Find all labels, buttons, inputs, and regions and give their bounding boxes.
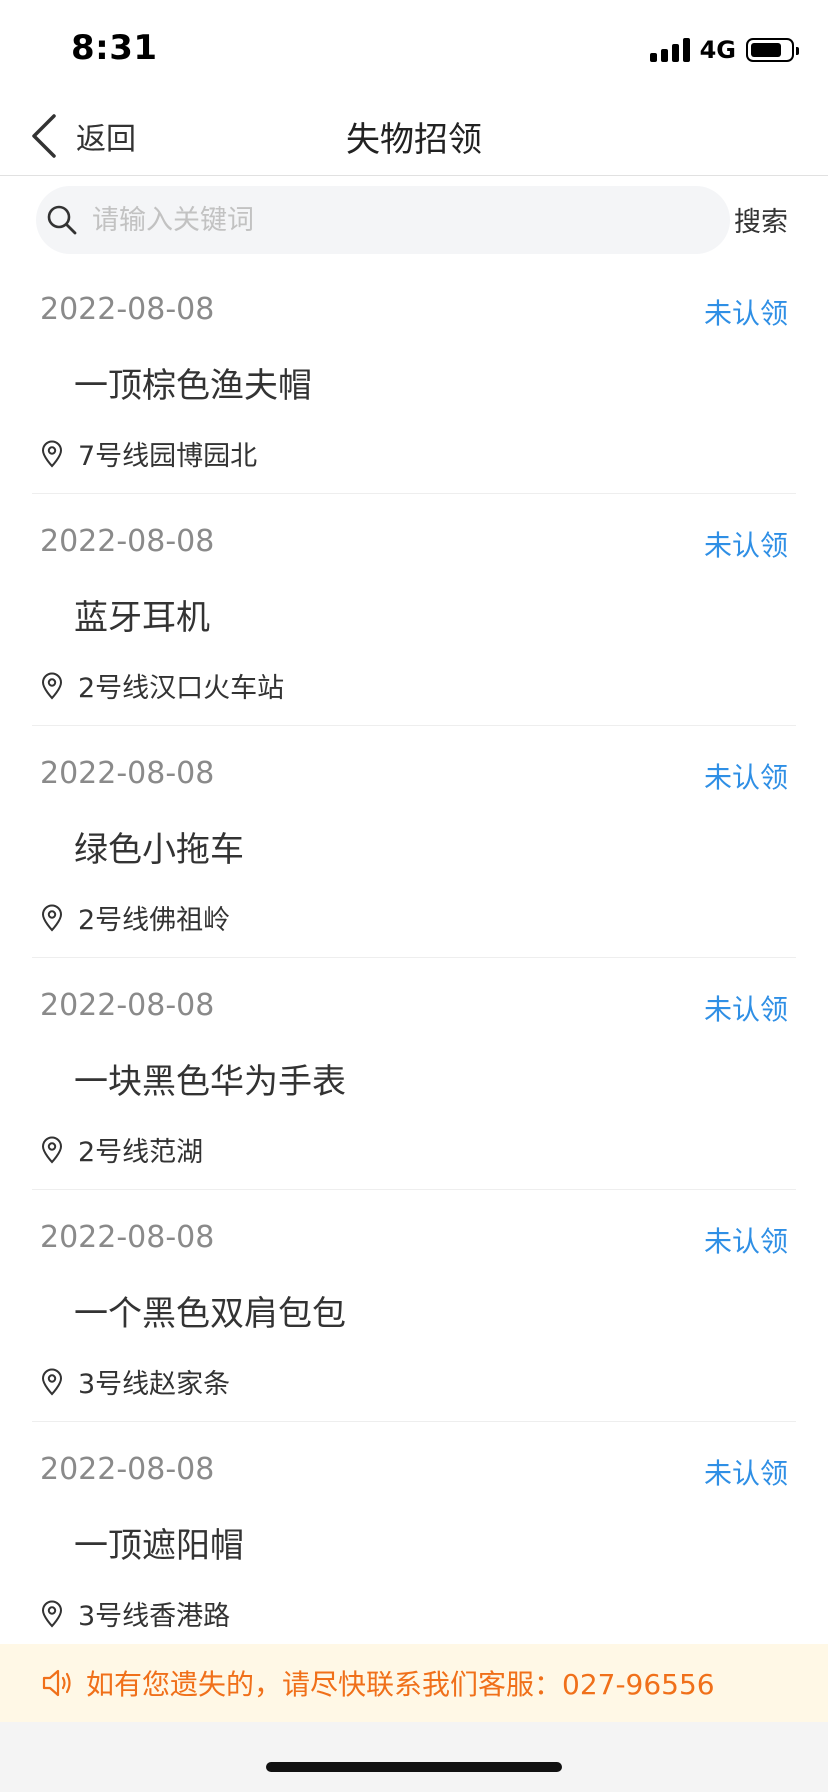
location-text: 3号线赵家条 xyxy=(78,1369,231,1400)
location-pin-icon xyxy=(41,672,63,699)
signal-icon xyxy=(649,38,690,62)
location-text: 2号线汉口火车站 xyxy=(78,673,285,704)
location-pin-icon xyxy=(41,1368,63,1395)
list-item[interactable]: 2022-08-08 未认领 蓝牙耳机 2号线汉口火车站 xyxy=(32,494,796,726)
search-row: 搜索 xyxy=(0,186,828,254)
notice-bar: 如有您遗失的，请尽快联系我们客服：027-96556 xyxy=(0,1644,828,1722)
bottom-area xyxy=(0,1722,828,1792)
item-status: 未认领 xyxy=(703,529,788,562)
status-time: 8:31 xyxy=(71,28,158,68)
search-icon xyxy=(47,205,77,235)
item-title: 绿色小拖车 xyxy=(74,830,244,870)
location-pin-icon xyxy=(41,1136,63,1163)
location-text: 2号线范湖 xyxy=(78,1137,204,1168)
item-title: 一块黑色华为手表 xyxy=(74,1062,346,1102)
item-status: 未认领 xyxy=(703,993,788,1026)
network-type: 4G xyxy=(699,36,736,64)
item-status: 未认领 xyxy=(703,297,788,330)
item-title: 一顶棕色渔夫帽 xyxy=(74,366,312,406)
search-input[interactable] xyxy=(92,204,692,236)
item-title: 一个黑色双肩包包 xyxy=(74,1294,346,1334)
lost-items-list: 2022-08-08 未认领 一顶棕色渔夫帽 7号线园博园北 2022-08-0… xyxy=(0,262,828,1654)
location-text: 3号线香港路 xyxy=(78,1601,231,1632)
status-indicators: 4G xyxy=(649,36,799,64)
page-title: 失物招领 xyxy=(346,120,482,160)
item-location: 2号线佛祖岭 xyxy=(40,898,230,937)
location-text: 2号线佛祖岭 xyxy=(78,905,231,936)
list-item[interactable]: 2022-08-08 未认领 一块黑色华为手表 2号线范湖 xyxy=(32,958,796,1190)
speaker-icon xyxy=(42,1669,71,1697)
location-pin-icon xyxy=(41,1600,63,1627)
item-date: 2022-08-08 xyxy=(40,1452,215,1487)
item-date: 2022-08-08 xyxy=(40,988,215,1023)
list-item[interactable]: 2022-08-08 未认领 一个黑色双肩包包 3号线赵家条 xyxy=(32,1190,796,1422)
nav-bar: 返回 失物招领 xyxy=(0,96,828,176)
home-indicator[interactable] xyxy=(266,1762,562,1772)
search-box[interactable] xyxy=(36,186,730,254)
screen: 8:31 4G 返回 失物招领 请输入关键词 搜索 2022-08-08 未认领… xyxy=(0,0,828,1792)
item-status: 未认领 xyxy=(703,761,788,794)
search-button[interactable]: 搜索 xyxy=(734,200,788,239)
item-location: 2号线汉口火车站 xyxy=(40,666,284,705)
notice-text: 如有您遗失的，请尽快联系我们客服：027-96556 xyxy=(86,1668,715,1701)
status-bar: 8:31 4G xyxy=(0,0,828,96)
location-pin-icon xyxy=(41,904,63,931)
location-text: 7号线园博园北 xyxy=(78,441,258,472)
item-title: 一顶遮阳帽 xyxy=(74,1526,244,1566)
item-date: 2022-08-08 xyxy=(40,1220,215,1255)
battery-icon xyxy=(746,38,799,62)
item-location: 2号线范湖 xyxy=(40,1130,203,1169)
item-status: 未认领 xyxy=(703,1457,788,1490)
item-date: 2022-08-08 xyxy=(40,756,215,791)
item-date: 2022-08-08 xyxy=(40,524,215,559)
location-pin-icon xyxy=(41,440,63,467)
item-location: 3号线香港路 xyxy=(40,1594,230,1633)
item-title: 蓝牙耳机 xyxy=(74,598,210,638)
item-location: 3号线赵家条 xyxy=(40,1362,230,1401)
item-status: 未认领 xyxy=(703,1225,788,1258)
item-date: 2022-08-08 xyxy=(40,292,215,327)
list-item[interactable]: 2022-08-08 未认领 绿色小拖车 2号线佛祖岭 xyxy=(32,726,796,958)
list-item[interactable]: 2022-08-08 未认领 一顶遮阳帽 3号线香港路 xyxy=(32,1422,796,1654)
item-location: 7号线园博园北 xyxy=(40,434,257,473)
list-item[interactable]: 2022-08-08 未认领 一顶棕色渔夫帽 7号线园博园北 xyxy=(32,262,796,494)
